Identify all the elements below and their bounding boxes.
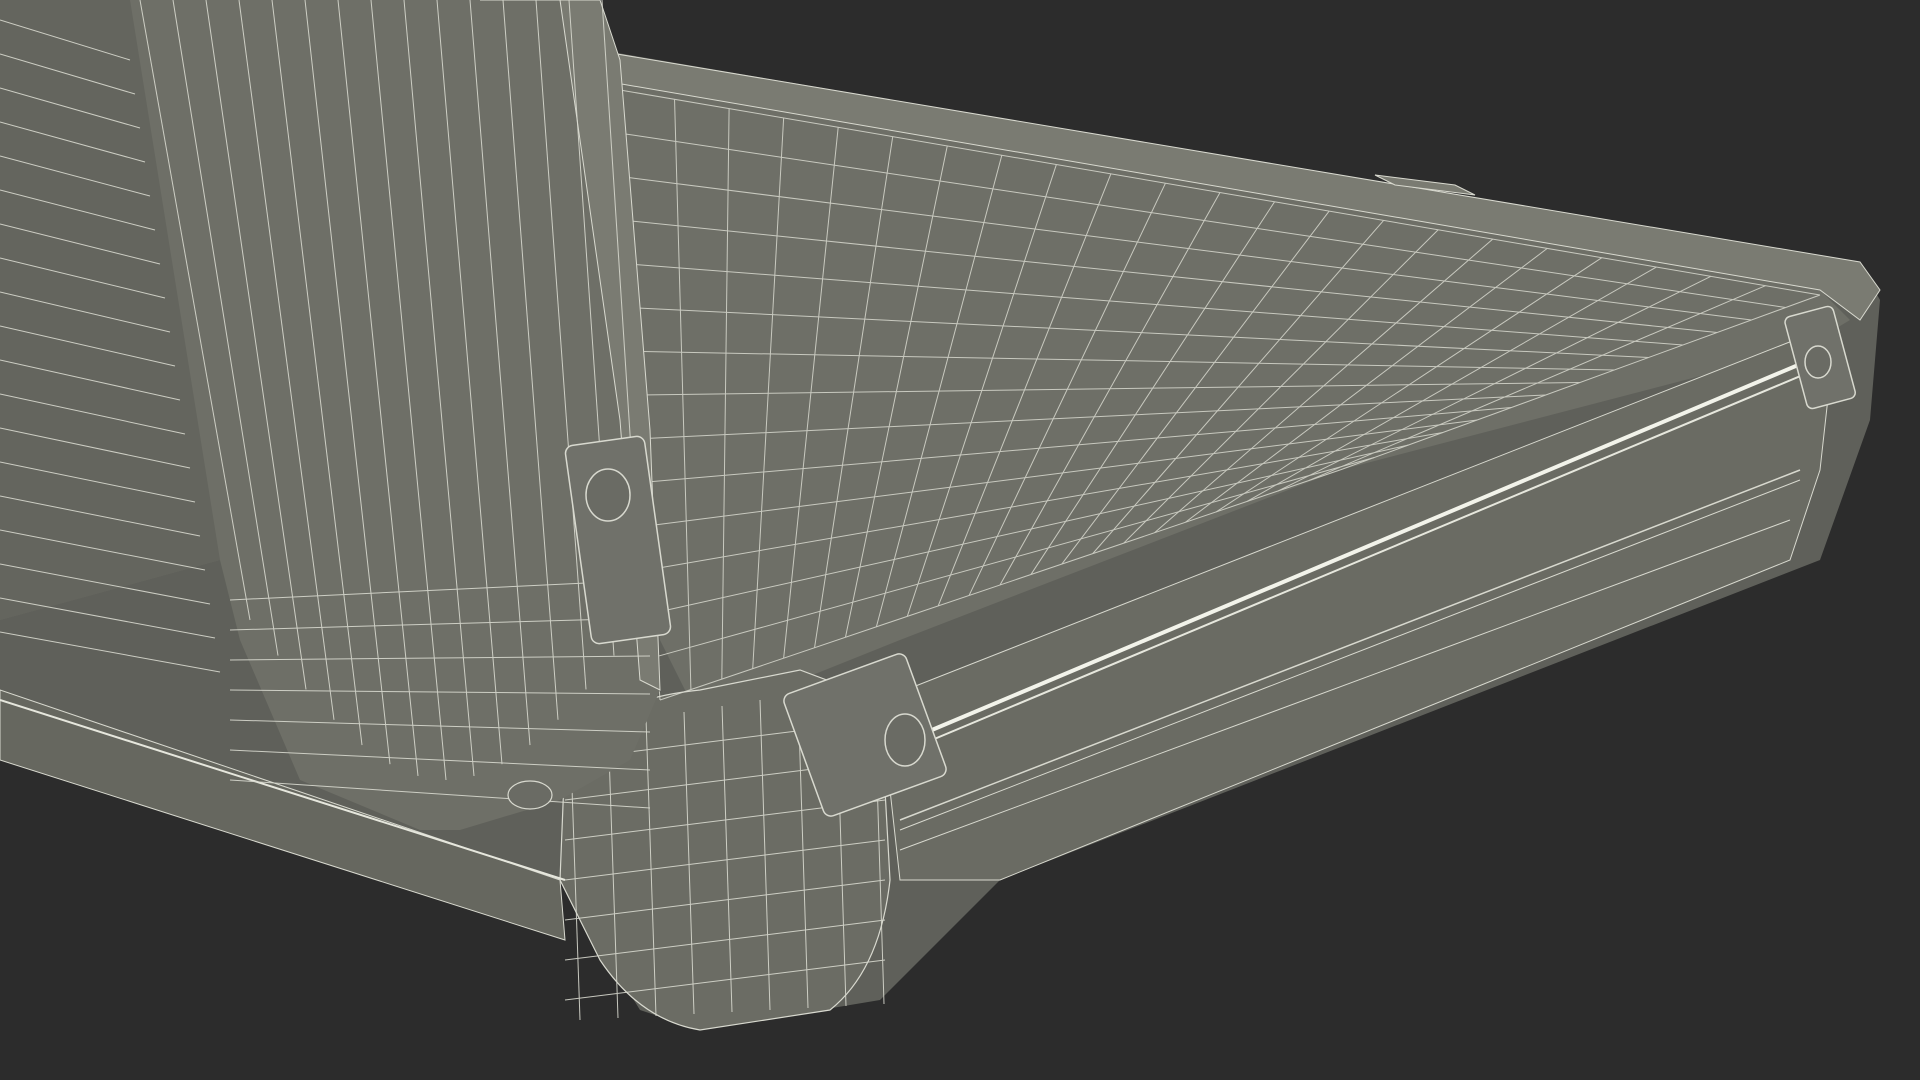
hinge-left-screw [585,468,631,522]
hinge-back-right-screw [1804,345,1832,379]
wireframe-scene [0,0,1881,1031]
foot-small [507,780,553,810]
render-viewport [0,0,1920,1080]
foot-small-screw [507,780,553,810]
hinge-right-screw [884,713,926,767]
